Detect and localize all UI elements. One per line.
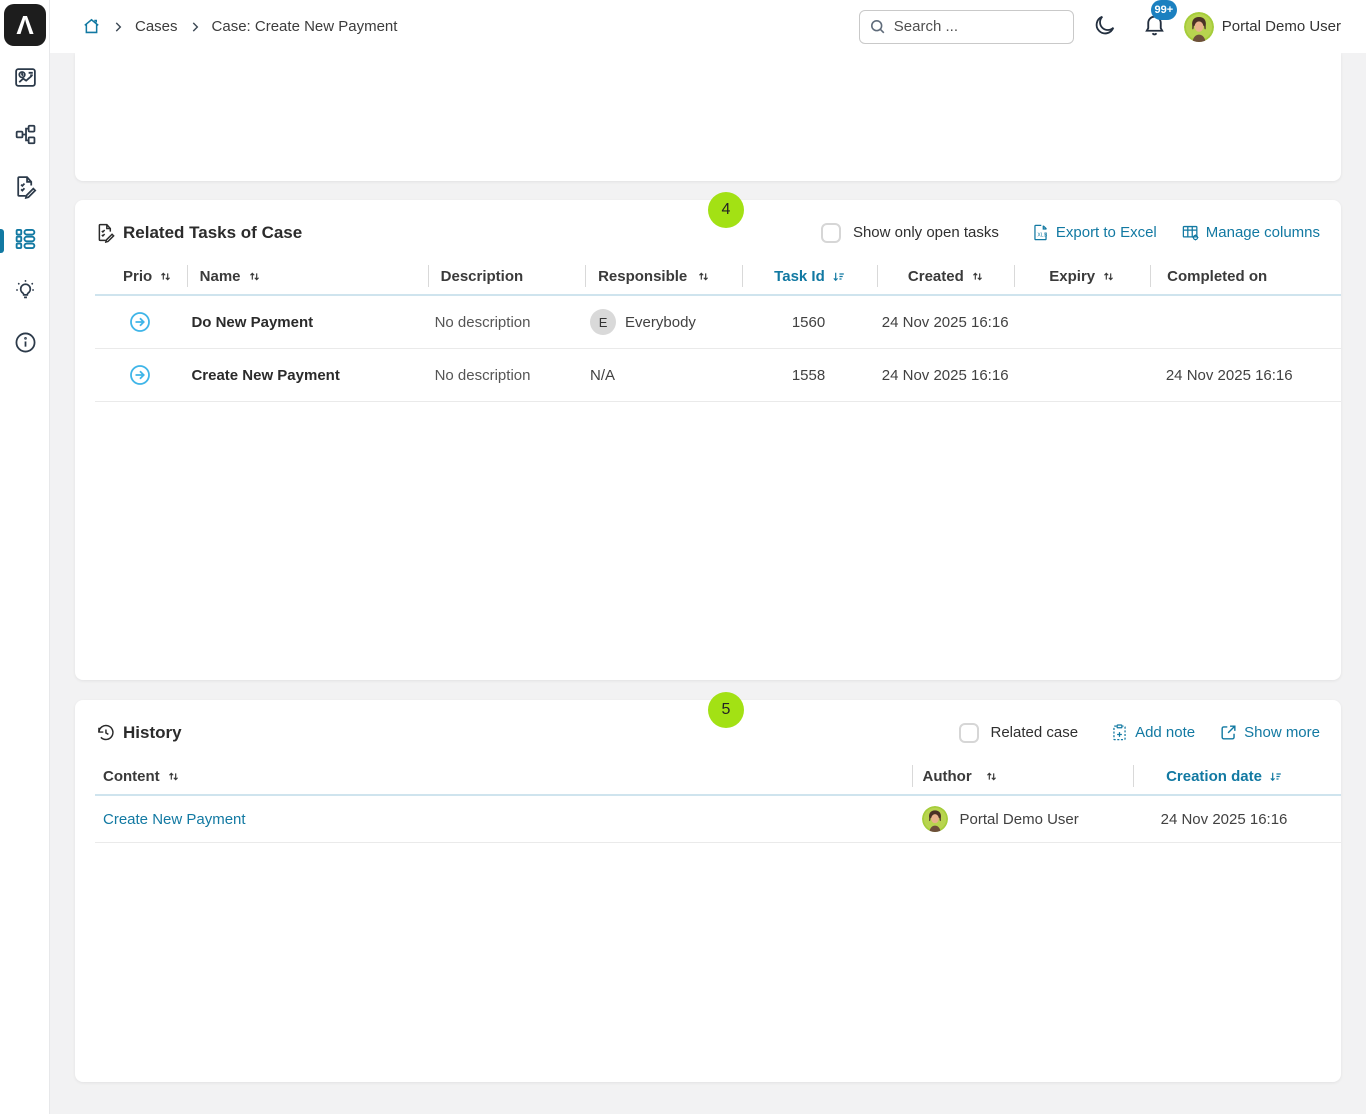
column-header-completed-on: Completed on — [1150, 265, 1341, 287]
column-header-prio[interactable]: Prio — [95, 265, 187, 287]
annotation-badge-4: 4 — [708, 192, 744, 228]
excel-export-icon: XLS — [1031, 223, 1050, 242]
breadcrumb: Cases Case: Create New Payment — [82, 17, 397, 36]
breadcrumb-cases[interactable]: Cases — [135, 18, 178, 35]
sidebar-item-tasks[interactable] — [0, 169, 50, 209]
show-only-open-tasks-label: Show only open tasks — [853, 224, 999, 241]
task-description: No description — [427, 367, 584, 384]
related-tasks-card: Related Tasks of Case Show only open tas… — [75, 200, 1341, 680]
history-table: Content Author Creation date Create New … — [95, 758, 1341, 843]
responsible-name: Everybody — [625, 314, 696, 331]
history-creation-date: 24 Nov 2025 16:16 — [1133, 811, 1341, 828]
show-more-button[interactable]: Show more — [1219, 723, 1320, 742]
responsible-avatar: E — [590, 309, 616, 335]
sort-icon — [158, 269, 173, 284]
task-row[interactable]: Create New Payment No description N/A 15… — [95, 349, 1341, 402]
history-row[interactable]: Create New Payment Portal Demo User 24 N… — [95, 796, 1341, 843]
task-completed-on: 24 Nov 2025 16:16 — [1150, 367, 1341, 384]
column-header-task-id[interactable]: Task Id — [742, 265, 878, 287]
history-title: History — [95, 722, 182, 743]
sort-icon — [970, 269, 985, 284]
history-icon — [95, 722, 116, 743]
related-tasks-table: Prio Name Description Responsible Task I… — [95, 258, 1341, 402]
dashboard-icon — [13, 65, 38, 95]
user-name: Portal Demo User — [1222, 18, 1341, 35]
priority-normal-icon — [128, 363, 152, 387]
history-content-link[interactable]: Create New Payment — [103, 811, 246, 828]
info-icon — [13, 330, 38, 360]
manage-columns-icon — [1181, 223, 1200, 242]
sidebar-item-dashboard[interactable] — [0, 60, 50, 100]
top-header: Cases Case: Create New Payment 99+ Porta… — [50, 0, 1366, 53]
manage-columns-button[interactable]: Manage columns — [1181, 223, 1320, 242]
task-name: Do New Payment — [191, 314, 313, 331]
column-header-author[interactable]: Author — [912, 765, 1133, 787]
show-only-open-tasks-checkbox[interactable] — [821, 223, 841, 243]
sidebar-item-info[interactable] — [0, 325, 50, 365]
home-icon[interactable] — [82, 17, 101, 36]
task-name: Create New Payment — [191, 367, 339, 384]
sidebar-item-cases[interactable] — [0, 221, 50, 261]
external-link-icon — [1219, 723, 1238, 742]
related-tasks-icon — [95, 222, 116, 243]
moon-icon — [1093, 13, 1117, 40]
column-header-responsible[interactable]: Responsible — [585, 265, 741, 287]
task-id: 1558 — [740, 367, 876, 384]
responsible-name: N/A — [590, 367, 615, 384]
column-header-created[interactable]: Created — [877, 265, 1014, 287]
sidebar-item-processes[interactable] — [0, 117, 50, 157]
sort-icon — [1101, 269, 1116, 284]
previous-section-card — [75, 53, 1341, 181]
notifications-button[interactable]: 99+ — [1142, 14, 1168, 40]
svg-text:XLS: XLS — [1037, 232, 1047, 238]
dark-mode-toggle[interactable] — [1092, 14, 1118, 40]
chevron-right-icon — [188, 20, 202, 34]
export-to-excel-button[interactable]: XLS Export to Excel — [1031, 223, 1157, 242]
notification-count-badge: 99+ — [1151, 0, 1177, 20]
sort-descending-icon — [1268, 769, 1283, 784]
author-name: Portal Demo User — [960, 811, 1079, 828]
lightbulb-icon — [13, 278, 38, 308]
task-created: 24 Nov 2025 16:16 — [877, 367, 1014, 384]
history-table-header: Content Author Creation date — [95, 758, 1341, 796]
user-avatar — [1184, 12, 1214, 42]
chevron-right-icon — [111, 20, 125, 34]
related-case-checkbox[interactable] — [959, 723, 979, 743]
column-header-name[interactable]: Name — [187, 265, 428, 287]
column-header-creation-date[interactable]: Creation date — [1133, 765, 1341, 787]
processes-icon — [13, 122, 38, 152]
search-input[interactable] — [859, 10, 1074, 44]
sort-icon — [247, 269, 262, 284]
breadcrumb-current: Case: Create New Payment — [212, 18, 398, 35]
related-case-label: Related case — [991, 724, 1079, 741]
tasks-icon — [13, 174, 38, 204]
search-box — [859, 10, 1074, 44]
add-note-icon — [1110, 723, 1129, 742]
column-header-description: Description — [428, 265, 585, 287]
author-avatar — [922, 806, 948, 832]
sort-icon — [696, 269, 711, 284]
sort-descending-icon — [831, 269, 846, 284]
add-note-button[interactable]: Add note — [1110, 723, 1195, 742]
related-tasks-table-header: Prio Name Description Responsible Task I… — [95, 258, 1341, 296]
priority-normal-icon — [128, 310, 152, 334]
task-row[interactable]: Do New Payment No description E Everybod… — [95, 296, 1341, 349]
annotation-badge-5: 5 — [708, 692, 744, 728]
sidebar: Λ — [0, 0, 50, 1114]
sidebar-item-ideas[interactable] — [0, 273, 50, 313]
history-card: History Related case Add note Show more … — [75, 700, 1341, 1082]
task-created: 24 Nov 2025 16:16 — [877, 314, 1014, 331]
search-icon — [868, 17, 887, 36]
column-header-content[interactable]: Content — [95, 765, 912, 787]
task-id: 1560 — [740, 314, 876, 331]
app-logo[interactable]: Λ — [4, 4, 46, 46]
task-description: No description — [427, 314, 584, 331]
related-tasks-title: Related Tasks of Case — [95, 222, 302, 243]
sort-icon — [984, 769, 999, 784]
user-menu[interactable]: Portal Demo User — [1184, 12, 1341, 42]
sort-icon — [166, 769, 181, 784]
cases-icon — [13, 226, 38, 256]
column-header-expiry[interactable]: Expiry — [1014, 265, 1150, 287]
